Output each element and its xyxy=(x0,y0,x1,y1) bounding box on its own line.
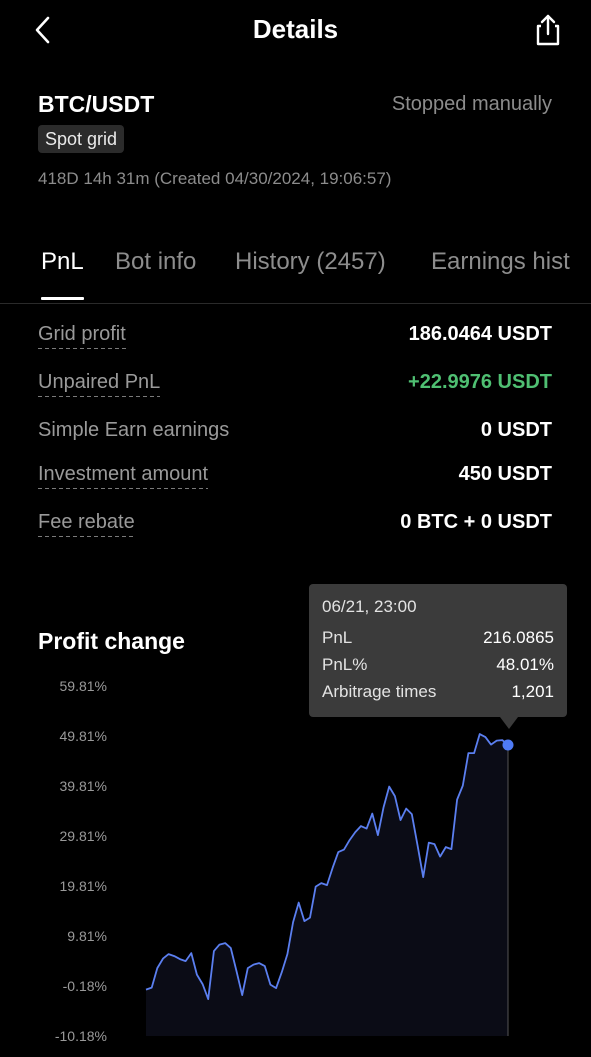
bot-duration: 418D 14h 31m (Created 04/30/2024, 19:06:… xyxy=(38,169,392,188)
selected-data-point[interactable] xyxy=(502,739,514,751)
share-icon[interactable] xyxy=(531,12,565,48)
chart-title: Profit change xyxy=(38,628,185,654)
tab-earnings-history[interactable]: Earnings hist xyxy=(431,248,570,276)
tooltip-pnl-percent-label: PnL% xyxy=(322,655,368,674)
tooltip-pnl-value: 216.0865 xyxy=(483,628,554,647)
detail-tabs: PnL Bot info History (2457) Earnings his… xyxy=(0,236,591,304)
investment-amount-label[interactable]: Investment amount xyxy=(38,463,209,489)
chart-tooltip: 06/21, 23:00 PnL 216.0865 PnL% 48.01% Ar… xyxy=(309,584,567,729)
tab-pnl[interactable]: PnL xyxy=(41,248,84,276)
active-tab-indicator xyxy=(41,297,84,300)
tooltip-arbitrage-label: Arbitrage times xyxy=(322,682,437,701)
trading-pair: BTC/USDT xyxy=(38,91,155,117)
grid-profit-value: 186.0464 USDT xyxy=(408,323,552,345)
tooltip-arbitrage-value: 1,201 xyxy=(511,682,554,701)
tab-bot-info[interactable]: Bot info xyxy=(115,248,196,276)
bot-type-badge: Spot grid xyxy=(38,125,125,153)
tooltip-pnl-percent-value: 48.01% xyxy=(496,655,554,674)
tab-history[interactable]: History (2457) xyxy=(235,248,386,276)
fee-rebate-value: 0 BTC + 0 USDT xyxy=(400,511,552,533)
y-tick-label: 19.81% xyxy=(60,878,107,894)
tooltip-date: 06/21, 23:00 xyxy=(322,597,417,616)
top-bar: Details xyxy=(0,0,591,62)
y-tick-label: 49.81% xyxy=(60,728,107,744)
unpaired-pnl-label[interactable]: Unpaired PnL xyxy=(38,371,161,397)
bot-status: Stopped manually xyxy=(391,93,552,115)
y-tick-label: 59.81% xyxy=(60,678,107,694)
investment-amount-value: 450 USDT xyxy=(458,463,552,485)
y-tick-label: 29.81% xyxy=(60,828,107,844)
y-tick-label: -10.18% xyxy=(55,1028,107,1044)
y-tick-label: -0.18% xyxy=(63,978,107,994)
y-tick-label: 9.81% xyxy=(67,928,107,944)
tooltip-pnl-label: PnL xyxy=(322,628,353,647)
simple-earn-label: Simple Earn earnings xyxy=(38,419,230,441)
fee-rebate-label[interactable]: Fee rebate xyxy=(38,511,135,537)
simple-earn-value: 0 USDT xyxy=(480,419,552,441)
grid-profit-label[interactable]: Grid profit xyxy=(38,323,126,349)
y-tick-label: 39.81% xyxy=(60,778,107,794)
page-title: Details xyxy=(252,14,339,44)
unpaired-pnl-value: +22.9976 USDT xyxy=(408,371,552,393)
